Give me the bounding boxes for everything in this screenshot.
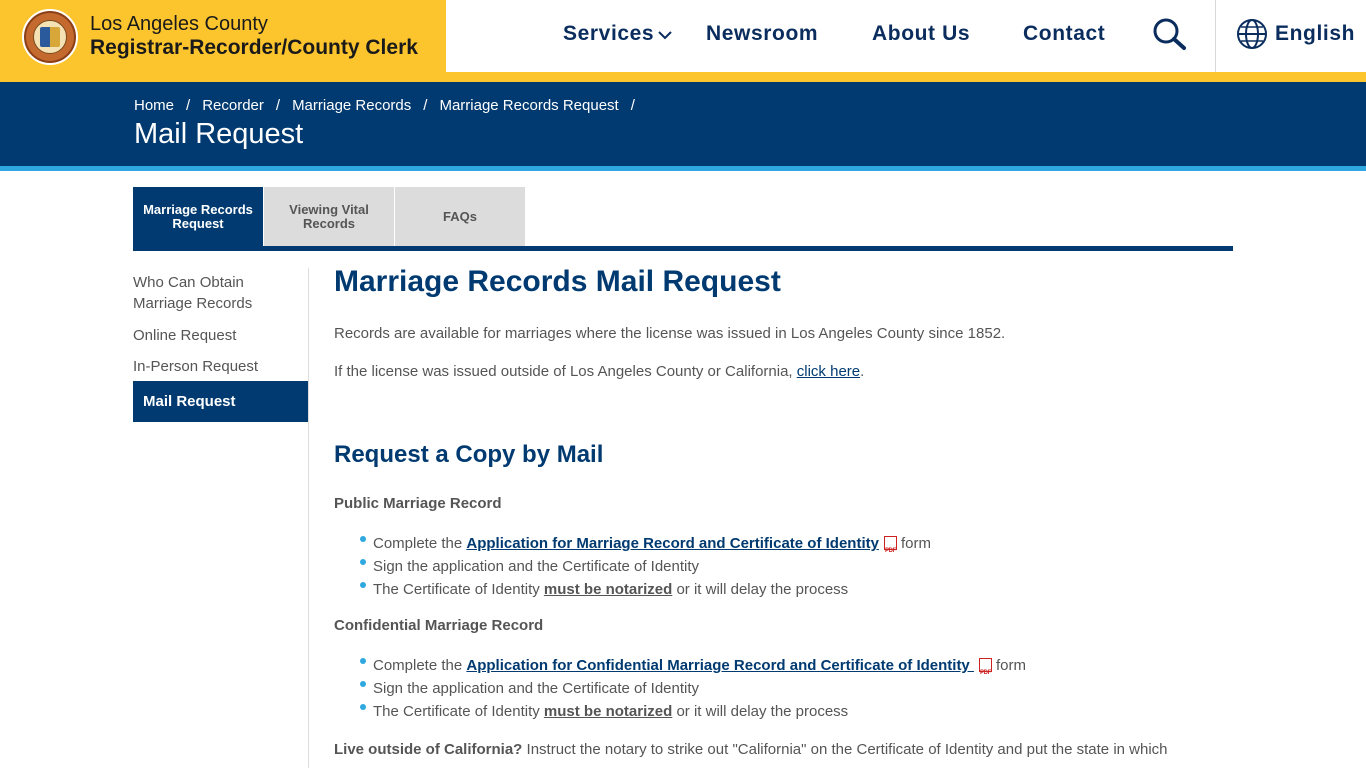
sidenav-online-request[interactable]: Online Request [133, 325, 236, 346]
brand-line-county: Los Angeles County [90, 13, 268, 35]
language-selector[interactable]: English [1275, 22, 1355, 46]
breadcrumb-marriage-records[interactable]: Marriage Records [292, 97, 411, 114]
breadcrumb-separator: / [275, 97, 281, 114]
search-icon[interactable] [1150, 16, 1190, 54]
nav-divider [1215, 0, 1216, 72]
must-be-notarized-link[interactable]: must be notarized [544, 581, 672, 598]
nav-about-us[interactable]: About Us [872, 22, 970, 46]
step-text: form [900, 535, 931, 552]
breadcrumb-separator: / [423, 97, 428, 114]
live-outside-instruction: Instruct the notary to strike out "Calif… [522, 741, 1168, 758]
banner-accent-line [0, 166, 1366, 171]
section-tabs: Marriage Records Request Viewing Vital R… [133, 187, 525, 246]
pdf-icon [978, 658, 992, 685]
confidential-application-link[interactable]: Application for Confidential Marriage Re… [466, 657, 974, 674]
outside-license-suffix: . [860, 363, 865, 380]
step-text: or it will delay the process [672, 581, 849, 598]
click-here-link[interactable]: click here [797, 363, 860, 380]
brand-block[interactable]: Los Angeles County Registrar-Recorder/Co… [0, 0, 446, 82]
step-text: Complete the [373, 535, 467, 552]
availability-paragraph: Records are available for marriages wher… [334, 325, 1006, 342]
live-outside-question: Live outside of California? [334, 741, 523, 758]
step-text: Complete the [373, 657, 467, 674]
live-outside-california-note: Live outside of California? Instruct the… [334, 739, 1168, 761]
list-item: Complete the Application for Marriage Re… [358, 532, 931, 563]
breadcrumb-separator: / [186, 97, 191, 114]
step-text: The Certificate of Identity [373, 581, 544, 598]
outside-license-paragraph: If the license was issued outside of Los… [334, 363, 864, 380]
pdf-icon [883, 536, 897, 563]
step-text: The Certificate of Identity [373, 703, 544, 720]
page-title: Mail Request [134, 118, 304, 150]
nav-services[interactable]: Services [563, 22, 654, 46]
list-item: Complete the Application for Confidentia… [358, 654, 1026, 685]
sidenav-mail-request[interactable]: Mail Request [133, 381, 308, 422]
tab-faqs[interactable]: FAQs [395, 187, 525, 246]
breadcrumb-recorder[interactable]: Recorder [202, 97, 264, 114]
step-text: form [995, 657, 1026, 674]
breadcrumb-home[interactable]: Home [134, 97, 174, 114]
breadcrumb: Home / Recorder / Marriage Records / Mar… [134, 97, 647, 114]
site-header: Los Angeles County Registrar-Recorder/Co… [0, 0, 1366, 82]
request-by-mail-heading: Request a Copy by Mail [334, 441, 604, 468]
sidenav-in-person-request[interactable]: In-Person Request [133, 356, 258, 377]
confidential-record-heading: Confidential Marriage Record [334, 617, 544, 634]
brand-line-department: Registrar-Recorder/County Clerk [90, 36, 418, 59]
list-item: Sign the application and the Certificate… [358, 677, 1026, 700]
public-record-heading: Public Marriage Record [334, 495, 502, 512]
list-item: The Certificate of Identity must be nota… [358, 700, 1026, 723]
list-item: Sign the application and the Certificate… [358, 555, 931, 578]
outside-license-text: If the license was issued outside of Los… [334, 363, 797, 380]
nav-newsroom[interactable]: Newsroom [706, 22, 818, 46]
chevron-down-icon[interactable] [658, 28, 672, 42]
confidential-record-steps: Complete the Application for Confidentia… [358, 654, 1026, 723]
must-be-notarized-link[interactable]: must be notarized [544, 703, 672, 720]
globe-icon[interactable] [1236, 18, 1268, 50]
tab-viewing-vital-records[interactable]: Viewing Vital Records [264, 187, 394, 246]
public-application-link[interactable]: Application for Marriage Record and Cert… [466, 535, 879, 552]
sidenav-divider [308, 268, 309, 768]
nav-contact[interactable]: Contact [1023, 22, 1105, 46]
step-text: or it will delay the process [672, 703, 849, 720]
content-heading: Marriage Records Mail Request [334, 265, 781, 298]
public-record-steps: Complete the Application for Marriage Re… [358, 532, 931, 601]
list-item: The Certificate of Identity must be nota… [358, 578, 931, 601]
breadcrumb-marriage-records-request[interactable]: Marriage Records Request [439, 97, 618, 114]
tab-marriage-records-request[interactable]: Marriage Records Request [133, 187, 263, 246]
tab-underline [133, 246, 1233, 251]
sidenav-who-can-obtain[interactable]: Who Can Obtain Marriage Records [133, 272, 293, 314]
county-seal-logo [22, 9, 78, 65]
header-yellow-strip [0, 72, 1366, 82]
breadcrumb-separator: / [630, 97, 635, 114]
